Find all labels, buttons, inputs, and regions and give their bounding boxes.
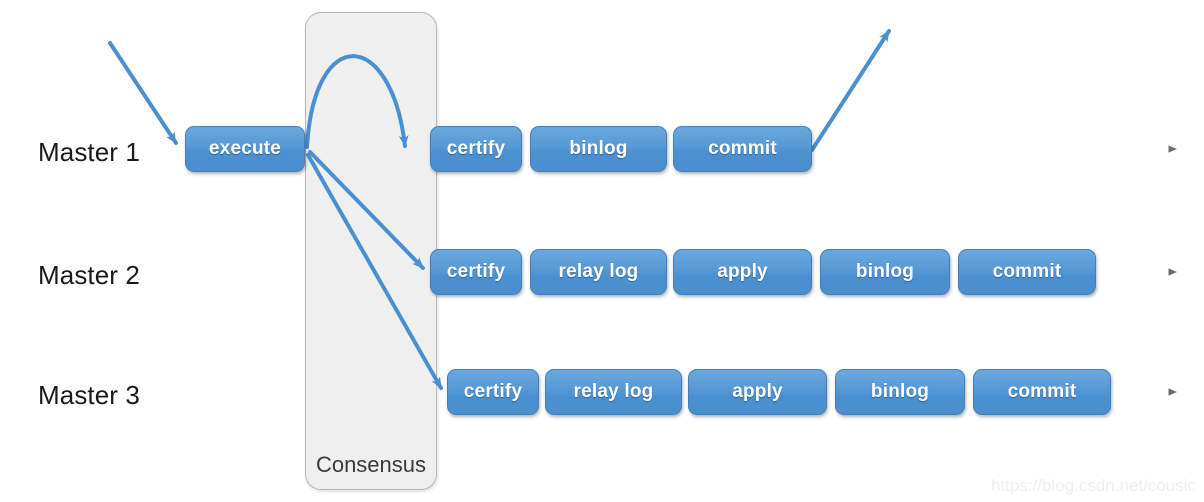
stage-label: relay log — [558, 261, 639, 282]
stage-label: certify — [463, 381, 523, 402]
stage-label: execute — [208, 138, 282, 159]
stage-label: commit — [708, 138, 777, 159]
row-label-master-3: Master 3 — [38, 380, 140, 410]
stage-commit-row2[interactable]: commit — [958, 249, 1096, 295]
stage-label: apply — [732, 381, 783, 402]
consensus-panel — [305, 12, 437, 490]
stage-apply-row2[interactable]: apply — [673, 249, 812, 295]
stage-label: apply — [717, 261, 768, 282]
stage-binlog-row1[interactable]: binlog — [530, 126, 667, 172]
stage-label: certify — [446, 261, 506, 282]
stage-label: binlog — [870, 381, 930, 402]
row-label-master-2: Master 2 — [38, 260, 140, 290]
stage-label: binlog — [855, 261, 915, 282]
stage-relay-log-row2[interactable]: relay log — [530, 249, 667, 295]
stage-label: binlog — [569, 138, 628, 159]
stage-label: commit — [992, 261, 1062, 282]
stage-label: relay log — [573, 381, 654, 402]
arrow-client-request-in — [108, 41, 178, 145]
watermark: https://blog.csdn.net/cousic — [990, 476, 1196, 495]
stage-binlog-row3[interactable]: binlog — [835, 369, 965, 415]
stage-label: certify — [446, 138, 506, 159]
stage-label: commit — [1007, 381, 1077, 402]
diagram-canvas: Consensus Master 1 Master 2 Master 3 execu… — [0, 0, 1204, 502]
arrow-client-response-out — [810, 29, 891, 152]
stage-binlog-row2[interactable]: binlog — [820, 249, 950, 295]
stage-certify-row3[interactable]: certify — [447, 369, 539, 415]
consensus-label: Consensus — [315, 452, 427, 477]
stage-certify-row2[interactable]: certify — [430, 249, 522, 295]
stage-commit-row1[interactable]: commit — [673, 126, 812, 172]
stage-certify-row1[interactable]: certify — [430, 126, 522, 172]
stage-commit-row3[interactable]: commit — [973, 369, 1111, 415]
stage-relay-log-row3[interactable]: relay log — [545, 369, 682, 415]
stage-apply-row3[interactable]: apply — [688, 369, 827, 415]
stage-execute-row1[interactable]: execute — [185, 126, 305, 172]
row-label-master-1: Master 1 — [38, 137, 140, 167]
